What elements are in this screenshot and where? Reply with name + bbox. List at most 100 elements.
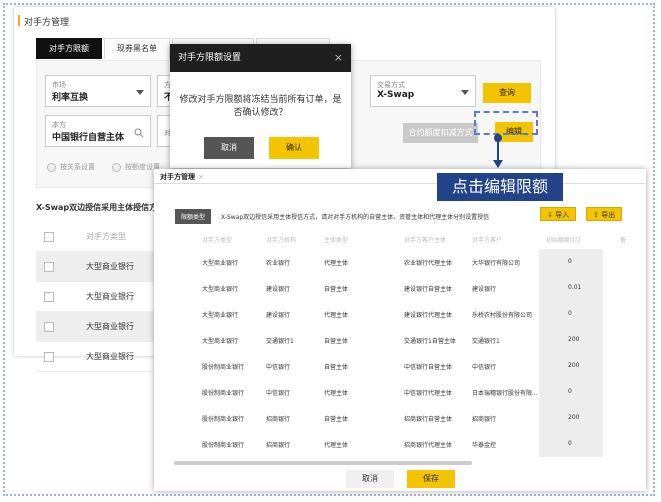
limit-table: 对手方类型 对手方机构 主体类型 对手方客户主体 对手方客户 初始额度(亿) 备大型商业银行… — [174, 231, 626, 457]
import-button[interactable]: ⇩ 导入 — [540, 207, 577, 221]
tab-bond-blacklist[interactable]: 现券黑名单 — [104, 38, 170, 59]
table-row: 股份制商业银行 中信银行 自营主体 中信银行自营主体 中信银行 200 — [174, 353, 626, 379]
row-checkbox[interactable] — [44, 292, 54, 302]
market-select[interactable]: 市场 利率互换 — [45, 75, 151, 107]
chevron-down-icon — [461, 90, 469, 95]
column-header: 对手方客户 — [472, 237, 503, 244]
arrow-down-icon — [493, 160, 503, 168]
radio-by-limit[interactable]: 按额度设置 — [112, 162, 160, 172]
export-icon: ⇧ — [593, 211, 602, 219]
limit-value[interactable]: 0 — [568, 310, 572, 317]
limit-value[interactable]: 0 — [568, 388, 572, 395]
table-cell: 自营主体 — [324, 338, 349, 345]
section-title: X-Swap双边授信采用主体授信方式， — [36, 203, 174, 212]
table-cell: 建设银行代理主体 — [404, 312, 453, 319]
table-cell: 股份制商业银行 — [202, 364, 245, 371]
table-header: 对手方类型 对手方机构 主体类型 对手方客户主体 对手方客户 初始额度(亿) 备 — [174, 231, 626, 249]
our-side-select[interactable]: 本方 中国银行自营主体 — [45, 115, 151, 147]
horizontal-scrollbar[interactable] — [174, 461, 472, 465]
table-cell: 农业银行 — [266, 260, 291, 267]
table-cell: 中信银行代理主体 — [404, 390, 453, 397]
table-cell: 代理主体 — [324, 260, 349, 267]
table-cell: 招商银行 — [266, 416, 291, 423]
cell-type: 大型商业银行 — [86, 292, 134, 301]
column-header: 对手方机构 — [266, 237, 297, 244]
column-header: 备 — [620, 237, 627, 244]
save-button[interactable]: 保存 — [407, 470, 455, 488]
modal-confirm-button[interactable]: 确认 — [269, 137, 319, 159]
close-icon[interactable]: × — [334, 44, 343, 72]
radio-by-relation[interactable]: 按关系设置 — [47, 162, 95, 172]
cell-type: 大型商业银行 — [86, 262, 134, 271]
table-cell: 大型商业银行 — [202, 286, 239, 293]
radio-by-relation-label: 按关系设置 — [60, 163, 95, 171]
row-checkbox[interactable] — [44, 322, 54, 332]
column-header: 主体类型 — [324, 237, 349, 244]
limit-value[interactable]: 0 — [568, 258, 572, 265]
contract-limit-button[interactable]: 合约额度扣减方式 — [403, 123, 478, 143]
import-label: 导入 — [555, 211, 570, 219]
fg-title-text: 对手方管理 — [160, 173, 195, 181]
table-cell: 中信银行 — [266, 364, 291, 371]
footer-bar: 取消 保存 — [154, 466, 646, 491]
limit-value[interactable]: 0.01 — [568, 284, 581, 291]
limit-value[interactable]: 200 — [568, 414, 579, 421]
fg-title: 对手方管理 × — [160, 172, 204, 182]
export-button[interactable]: ⇧ 导出 — [586, 207, 623, 221]
table-cell: 大华银行有限公司 — [472, 260, 521, 267]
cell-type: 大型商业银行 — [86, 322, 134, 331]
table-cell: 大型商业银行 — [202, 260, 239, 267]
table-cell: 招商银行自营主体 — [404, 416, 453, 423]
table-cell: 代理主体 — [324, 442, 349, 449]
table-cell: 日本瑞穗银行股份有限... — [472, 390, 538, 397]
table-cell: 建设银行 — [266, 312, 291, 319]
table-cell: 中信银行 — [472, 364, 497, 371]
table-row: 大型商业银行 农业银行 代理主体 农业银行代理主体 大华银行有限公司 0 — [174, 249, 626, 275]
confirm-modal: 对手方限额设置 × 修改对手方限额将冻结当前所有订单，是否确认修改？ 取消 确认 — [170, 44, 351, 168]
import-icon: ⇩ — [547, 211, 556, 219]
market-label: 市场 — [52, 81, 66, 89]
table-row: 大型商业银行 建设银行 代理主体 建设银行代理主体 乐桥农村股份有限公司 0 — [174, 301, 626, 327]
table-cell: 自营主体 — [324, 364, 349, 371]
column-header: 对手方类型 — [202, 237, 233, 244]
row-checkbox[interactable] — [44, 352, 54, 362]
table-cell: 股份制商业银行 — [202, 390, 245, 397]
table-row: 股份制商业银行 招商银行 自营主体 招商银行自营主体 招商银行 200 — [174, 405, 626, 431]
table-cell: 建设银行 — [266, 286, 291, 293]
table-cell: 招商银行代理主体 — [404, 442, 453, 449]
tab-counterparty-limit[interactable]: 对手方限额 — [36, 38, 102, 59]
table-cell: 华泰金控 — [472, 442, 497, 449]
modal-header: 对手方限额设置 × — [170, 44, 351, 72]
table-cell: 大型商业银行 — [202, 338, 239, 345]
table-cell: 大型商业银行 — [202, 312, 239, 319]
table-row: 股份制商业银行 招商银行 代理主体 招商银行代理主体 华泰金控 0 — [174, 431, 626, 457]
cell-type: 大型商业银行 — [86, 352, 134, 361]
modal-cancel-button[interactable]: 取消 — [204, 137, 254, 159]
query-button[interactable]: 查询 — [483, 83, 531, 103]
edit-limit-page: 对手方管理 × 限额类型 X-Swap双边授信采用主体授信方式，请对对手方机构的自… — [154, 169, 646, 491]
close-icon[interactable]: × — [198, 173, 204, 181]
limit-type-tag: 限额类型 — [175, 209, 212, 224]
table-cell: 中信银行自营主体 — [404, 364, 453, 371]
table-cell: 股份制商业银行 — [202, 416, 245, 423]
our-side-value: 中国银行自营主体 — [52, 133, 125, 143]
limit-value[interactable]: 200 — [568, 336, 579, 343]
column-header: 对手方类型 — [86, 232, 126, 241]
table-row: 大型商业银行 交通银行1 自营主体 交通银行1自营主体 交通银行1 200 — [174, 327, 626, 353]
select-all-checkbox[interactable] — [44, 232, 54, 242]
export-label: 导出 — [601, 211, 616, 219]
table-cell: 招商银行 — [472, 416, 497, 423]
cancel-button[interactable]: 取消 — [346, 470, 394, 488]
table-cell: 中信银行 — [266, 390, 291, 397]
limit-value[interactable]: 200 — [568, 362, 579, 369]
trade-mode-select[interactable]: 交易方式 X-Swap — [370, 75, 476, 107]
column-header: 对手方客户主体 — [404, 237, 447, 244]
column-header: 初始额度(亿) — [546, 237, 581, 244]
table-cell: 交通银行1 — [266, 338, 294, 345]
table-cell: 交通银行1自营主体 — [404, 338, 456, 345]
row-checkbox[interactable] — [44, 262, 54, 272]
table-row: 股份制商业银行 中信银行 代理主体 中信银行代理主体 日本瑞穗银行股份有限... 0 — [174, 379, 626, 405]
our-side-label: 本方 — [52, 121, 66, 129]
radio-dot — [112, 162, 121, 172]
limit-value[interactable]: 0 — [568, 440, 572, 447]
